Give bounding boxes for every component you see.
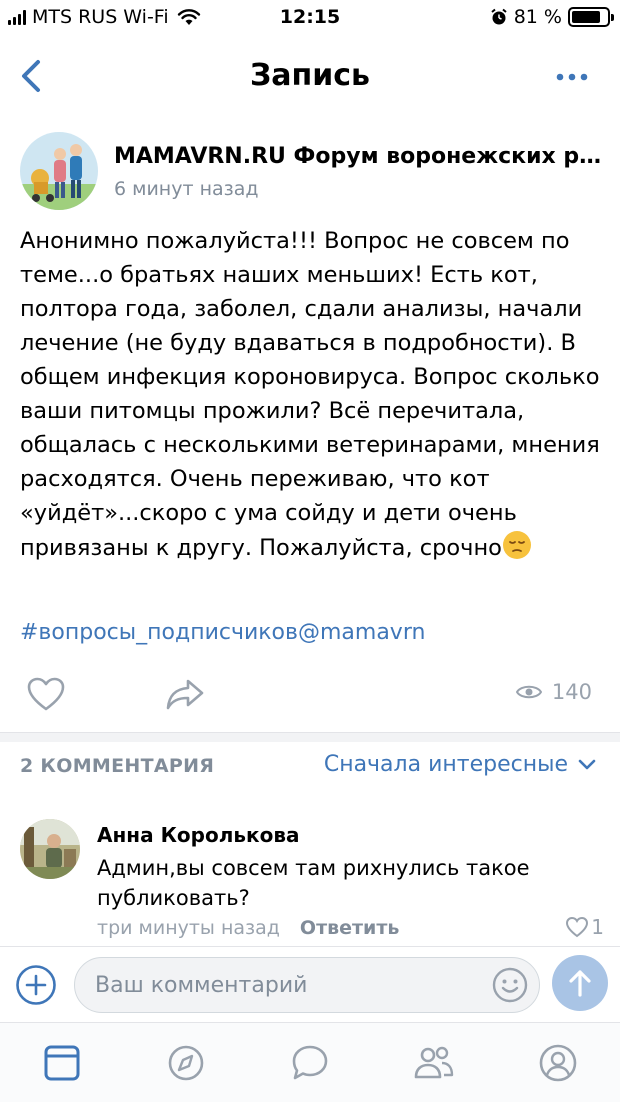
battery-fill <box>572 11 600 23</box>
comment-meta: три минуты назад Ответить <box>97 917 399 939</box>
comment-item: Анна Королькова Админ,вы совсем там рихн… <box>20 815 610 945</box>
arrow-up-icon <box>569 970 591 997</box>
eye-icon <box>515 685 542 699</box>
post-header: MAMAVRN.RU Форум воронежских ро... 6 мин… <box>20 130 610 216</box>
friends-icon[interactable] <box>412 1043 456 1083</box>
comment-author[interactable]: Анна Королькова <box>97 823 299 847</box>
comment-composer: Ваш комментарий <box>0 946 620 1022</box>
discover-icon[interactable] <box>164 1043 208 1083</box>
views-counter: 140 <box>515 680 592 704</box>
page-title: Запись <box>249 58 371 93</box>
chevron-down-icon <box>578 759 596 769</box>
plus-circle-icon[interactable] <box>14 963 58 1007</box>
news-icon[interactable] <box>40 1043 84 1083</box>
tab-bar <box>0 1022 620 1102</box>
community-avatar[interactable] <box>20 132 98 210</box>
hashtag-link[interactable]: #вопросы_подписчиков@mamavrn <box>20 620 425 645</box>
comments-sort-dropdown[interactable]: Сначала интересные <box>324 752 596 777</box>
views-count: 140 <box>551 680 592 704</box>
status-bar: MTS RUS Wi-Fi 12:15 81 % <box>0 0 620 36</box>
heart-icon <box>566 916 589 938</box>
profile-icon[interactable] <box>536 1043 580 1083</box>
comment-like-count: 1 <box>591 915 604 939</box>
reply-button[interactable]: Ответить <box>300 917 399 939</box>
section-divider <box>0 732 620 742</box>
heart-icon[interactable] <box>26 676 66 712</box>
battery-percent: 81 % <box>513 6 562 28</box>
more-horizontal-icon[interactable] <box>554 62 590 92</box>
comment-like-button[interactable]: 1 <box>565 915 604 939</box>
community-name[interactable]: MAMAVRN.RU Форум воронежских ро... <box>114 144 604 169</box>
smile-icon[interactable] <box>491 966 529 1004</box>
post-time: 6 минут назад <box>114 178 259 200</box>
comment-time: три минуты назад <box>97 917 280 939</box>
messages-icon[interactable] <box>288 1043 332 1083</box>
comment-text: Админ,вы совсем там рихнулись такое публ… <box>97 856 530 910</box>
send-button[interactable] <box>552 955 608 1011</box>
pensive-face-icon <box>502 531 531 559</box>
share-icon[interactable] <box>164 676 206 712</box>
comment-placeholder: Ваш комментарий <box>95 973 308 998</box>
post-actions: 140 <box>0 670 620 720</box>
comments-count: 2 КОММЕНТАРИЯ <box>20 755 215 777</box>
status-right: 81 % <box>490 6 614 28</box>
battery-icon <box>568 7 614 27</box>
post-text: Анонимно пожалуйста!!! Вопрос не совсем … <box>20 224 605 565</box>
sort-label: Сначала интересные <box>323 752 568 777</box>
nav-bar: Запись <box>0 40 620 112</box>
alarm-icon <box>491 8 507 25</box>
post-body: Анонимно пожалуйста!!! Вопрос не совсем … <box>20 228 600 561</box>
comment-input[interactable]: Ваш комментарий <box>74 957 540 1013</box>
avatar[interactable] <box>20 819 80 879</box>
